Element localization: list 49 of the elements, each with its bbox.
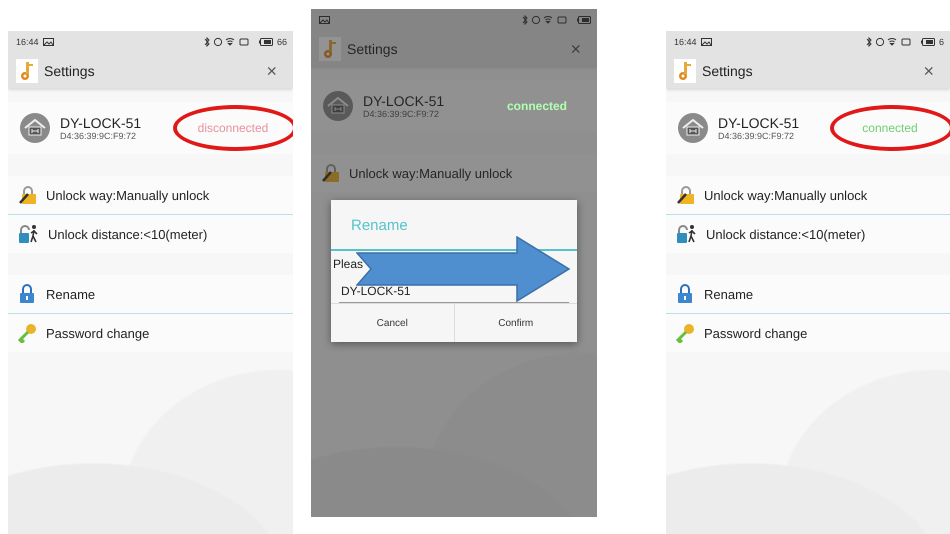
dialog-button[interactable]: Confirm [454,304,577,342]
menu-item[interactable]: Unlock way:Manually unlock [311,154,597,192]
image-icon [700,38,712,46]
device-name: DY-LOCK-51 [60,116,142,130]
key-icon [674,58,696,82]
device-name: DY-LOCK-51 [718,116,800,130]
key-icon [16,58,38,82]
menu-item[interactable]: Password change [666,313,950,352]
battery-icon [577,16,591,24]
dialog-button[interactable]: Cancel [331,304,454,342]
key-icon [18,323,38,343]
menu-item[interactable]: Unlock distance:<10(meter) [8,214,293,253]
lock-person-icon [18,224,40,244]
menu-item[interactable]: Rename [8,275,293,313]
image-icon [42,38,54,46]
connection-status: connected [506,99,567,113]
screen-title: Settings [44,62,95,78]
key-icon [676,323,696,343]
house-icon [323,91,353,121]
close-button[interactable]: × [919,62,938,80]
menu-item[interactable]: Unlock distance:<10(meter) [666,214,950,253]
screen-title: Settings [347,40,398,56]
screen-title: Settings [702,62,753,78]
connection-status: connected [862,121,918,135]
menu-item[interactable]: Password change [8,313,293,352]
wrench-lock-icon [676,185,696,205]
device-mac-address: D4:36:39:9C:F9:72 [60,130,138,140]
lock-person-icon [676,224,698,244]
battery-level: 6 [938,37,944,47]
device-mac-address: D4:36:39:9C:F9:72 [718,130,796,140]
menu-item[interactable]: Unlock way:Manually unlock [8,176,293,214]
battery-icon [258,38,273,46]
status-time: 16:44 [16,37,39,47]
wrench-lock-icon [18,185,38,205]
dialog-prompt: Pleas [332,256,364,271]
menu-item[interactable]: Unlock way:Manually unlock [666,176,950,214]
close-button[interactable]: × [262,62,281,80]
connection-status: disconnected [198,121,268,135]
key-icon [319,36,341,60]
house-icon [678,113,708,143]
house-icon [20,113,50,143]
menu-item[interactable]: Rename [666,275,950,313]
device-name: DY-LOCK-51 [363,94,444,108]
wrench-lock-icon [321,163,341,183]
status-time: 16:44 [674,37,697,47]
device-mac-address: D4:36:39:9C:F9:72 [363,108,440,118]
battery-icon [920,38,935,46]
image-icon [319,16,330,24]
battery-level: 66 [276,37,287,47]
